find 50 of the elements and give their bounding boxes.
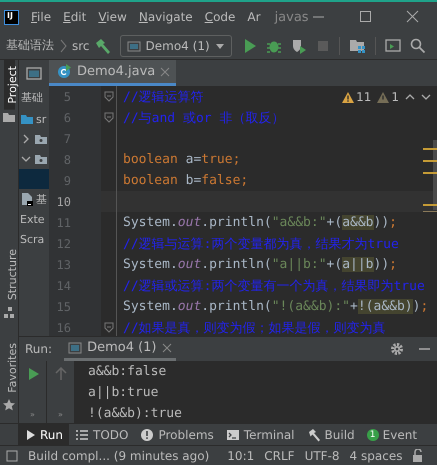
console-output: a&&b:false [88, 363, 168, 381]
window-title: javas [274, 10, 309, 24]
console-output: !(a&&b):true [88, 405, 183, 423]
code-line: //逻辑或运算:两个变量有一个为真，结果即为true [123, 278, 425, 294]
tree-item[interactable]: 基 [19, 189, 49, 209]
code-line: //如果是真，则变为假；如果是假，则变为真 [123, 320, 386, 336]
menu-item[interactable]: Edit [63, 10, 94, 24]
tool-window-tab[interactable]: Build [300, 424, 361, 445]
code-line: boolean a=true; [123, 152, 240, 167]
menu-item[interactable]: Navigate [138, 10, 200, 24]
tool-window-tab[interactable]: Terminal [220, 424, 301, 445]
code-line: //逻辑运算符 [123, 88, 204, 106]
status-item[interactable]: 10:1 [227, 448, 254, 462]
line-number: 10 [56, 194, 72, 208]
code-line: //与and 或or 非（取反） [123, 110, 284, 126]
breadcrumb[interactable]: 基础语法 [6, 37, 54, 54]
menu-item[interactable]: Ar [247, 10, 268, 24]
run-config-dropdown[interactable]: Demo4 (1) [120, 34, 232, 56]
status-item[interactable]: CRLF [264, 448, 295, 462]
side-tab[interactable]: Favorites [4, 337, 14, 399]
more-button[interactable]: » [58, 410, 63, 419]
tool-window-tab[interactable]: 1 Event [360, 424, 424, 445]
run-label: Run: [25, 342, 52, 356]
notification-badge: 1 [366, 428, 379, 440]
tree-item[interactable]: Exte [19, 209, 49, 229]
side-tab[interactable]: Structure [4, 243, 14, 306]
breadcrumb[interactable]: src [72, 38, 90, 52]
code-line: System.out.println("a&&b:"+(a&&b)); [123, 215, 397, 230]
status-item[interactable]: 4 spaces [350, 448, 402, 462]
tool-window-tab[interactable]: Run [18, 424, 70, 445]
app-logo: IJ [4, 10, 19, 24]
menu-item[interactable]: File [31, 10, 58, 24]
editor-tab[interactable]: Demo4.java [49, 60, 176, 86]
status-message: Build compl... (9 minutes ago) [28, 448, 210, 462]
project-title: 基础 [20, 90, 44, 106]
status-item[interactable]: UTF-8 [304, 448, 340, 462]
menu-item[interactable]: Code [204, 10, 242, 24]
code-line: //逻辑与运算:两个变量都为真，结果才为true [123, 236, 399, 252]
tool-window-tab[interactable]: Problems [134, 424, 220, 445]
tree-item[interactable]: Scra [19, 229, 49, 249]
tool-window-tab[interactable]: TODO [69, 424, 134, 445]
weak-warning-count[interactable]: 1 [377, 90, 399, 104]
tree-item[interactable]: sr [19, 109, 49, 129]
warning-count[interactable]: 11 [342, 90, 372, 104]
menu-item[interactable]: View [98, 10, 134, 24]
code-line: System.out.println("!(a&&b):"+!(a&&b)); [123, 299, 428, 314]
more-button[interactable]: » [30, 410, 35, 419]
code-line: boolean b=false; [123, 173, 248, 188]
console-output: a||b:true [88, 384, 160, 402]
code-line: System.out.println("a||b:"+(a||b)); [123, 257, 397, 272]
